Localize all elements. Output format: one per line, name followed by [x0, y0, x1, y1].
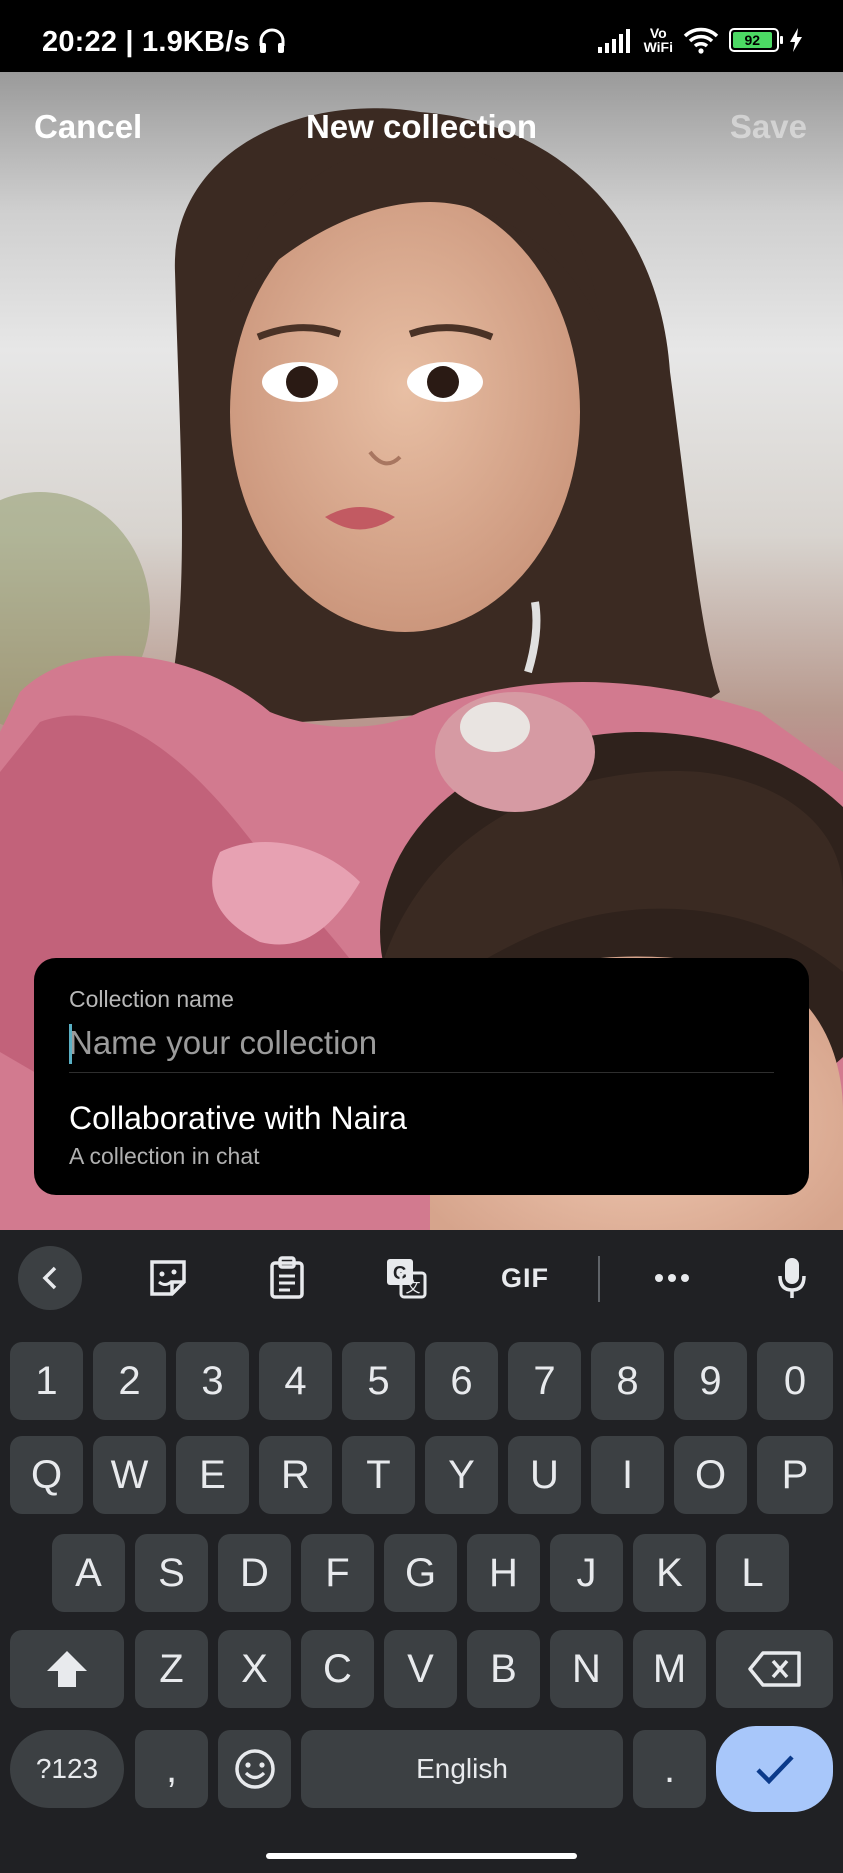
collaborative-option-subtitle: A collection in chat: [69, 1143, 260, 1169]
key-m[interactable]: M: [633, 1630, 706, 1708]
period-key[interactable]: .: [633, 1730, 706, 1808]
keyboard: G 文 GIF 1 2 3 4 5 6 7 8 9 0 Q W E R T Y …: [0, 1230, 843, 1873]
emoji-icon: [234, 1749, 275, 1789]
key-9[interactable]: 9: [674, 1342, 747, 1420]
charging-icon: [790, 28, 802, 52]
save-button[interactable]: Save: [730, 108, 807, 146]
key-a[interactable]: A: [52, 1534, 125, 1612]
key-3[interactable]: 3: [176, 1342, 249, 1420]
key-s[interactable]: S: [135, 1534, 208, 1612]
key-z[interactable]: Z: [135, 1630, 208, 1708]
toolbar-divider: [598, 1256, 600, 1302]
symbols-key[interactable]: ?123: [10, 1730, 124, 1808]
key-g[interactable]: G: [384, 1534, 457, 1612]
key-c[interactable]: C: [301, 1630, 374, 1708]
page-title: New collection: [305, 108, 538, 145]
home-indicator[interactable]: [266, 1853, 577, 1859]
key-5[interactable]: 5: [342, 1342, 415, 1420]
checkmark-icon: [755, 1755, 794, 1785]
status-time: 20:22 | 1.9KB/s: [42, 26, 286, 59]
battery-icon: 92: [729, 28, 783, 52]
key-i[interactable]: I: [591, 1436, 664, 1514]
collection-name-input[interactable]: [69, 1018, 769, 1068]
collection-card: Collection name Collaborative with Naira…: [34, 958, 809, 1195]
key-6[interactable]: 6: [425, 1342, 498, 1420]
comma-key[interactable]: ,: [135, 1730, 208, 1808]
svg-text:文: 文: [405, 1278, 420, 1296]
key-e[interactable]: E: [176, 1436, 249, 1514]
key-n[interactable]: N: [550, 1630, 623, 1708]
key-o[interactable]: O: [674, 1436, 747, 1514]
clipboard-icon[interactable]: [255, 1248, 319, 1308]
headphones-icon: [259, 28, 285, 53]
more-icon[interactable]: [640, 1248, 704, 1308]
emoji-key[interactable]: [218, 1730, 291, 1808]
key-4[interactable]: 4: [259, 1342, 332, 1420]
shift-key[interactable]: [10, 1630, 124, 1708]
wifi-icon: [683, 27, 719, 54]
key-8[interactable]: 8: [591, 1342, 664, 1420]
key-u[interactable]: U: [508, 1436, 581, 1514]
key-0[interactable]: 0: [757, 1342, 833, 1420]
key-1[interactable]: 1: [10, 1342, 83, 1420]
keyboard-toolbar: G 文 GIF: [0, 1230, 843, 1326]
gif-button[interactable]: GIF: [492, 1248, 558, 1308]
shift-icon: [47, 1651, 87, 1687]
top-navigation: Cancel New collection Save: [0, 92, 843, 162]
key-w[interactable]: W: [93, 1436, 166, 1514]
translate-icon[interactable]: G 文: [374, 1248, 438, 1308]
collection-name-label: Collection name: [69, 986, 234, 1012]
key-d[interactable]: D: [218, 1534, 291, 1612]
key-2[interactable]: 2: [93, 1342, 166, 1420]
key-p[interactable]: P: [757, 1436, 833, 1514]
collaborative-option-title[interactable]: Collaborative with Naira: [69, 1100, 407, 1137]
back-icon[interactable]: [18, 1246, 82, 1310]
backspace-key[interactable]: [716, 1630, 833, 1708]
key-x[interactable]: X: [218, 1630, 291, 1708]
mic-icon[interactable]: [760, 1248, 824, 1308]
key-l[interactable]: L: [716, 1534, 789, 1612]
status-bar: 20:22 | 1.9KB/s Vo WiFi 92: [0, 0, 843, 72]
key-k[interactable]: K: [633, 1534, 706, 1612]
enter-key[interactable]: [716, 1726, 833, 1812]
key-r[interactable]: R: [259, 1436, 332, 1514]
vowifi-indicator: Vo WiFi: [643, 25, 673, 55]
key-q[interactable]: Q: [10, 1436, 83, 1514]
key-y[interactable]: Y: [425, 1436, 498, 1514]
key-7[interactable]: 7: [508, 1342, 581, 1420]
key-j[interactable]: J: [550, 1534, 623, 1612]
sticker-icon[interactable]: [136, 1248, 200, 1308]
space-key[interactable]: English: [301, 1730, 623, 1808]
backspace-icon: [747, 1651, 801, 1687]
key-v[interactable]: V: [384, 1630, 457, 1708]
card-divider: [69, 1072, 774, 1073]
key-f[interactable]: F: [301, 1534, 374, 1612]
key-b[interactable]: B: [467, 1630, 540, 1708]
key-t[interactable]: T: [342, 1436, 415, 1514]
text-caret: [69, 1024, 72, 1064]
key-h[interactable]: H: [467, 1534, 540, 1612]
signal-icon: [597, 29, 630, 53]
